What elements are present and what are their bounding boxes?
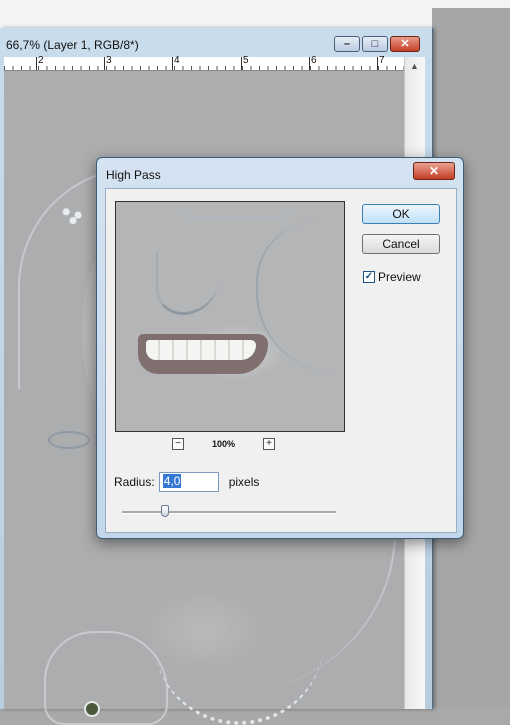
canvas-ring — [84, 701, 100, 717]
radius-slider-track[interactable] — [122, 511, 336, 514]
minimize-button[interactable]: – — [334, 36, 360, 52]
radius-value: 4,0 — [162, 474, 182, 488]
cancel-button[interactable]: Cancel — [362, 234, 440, 254]
ruler-tick — [309, 57, 310, 70]
zoom-out-icon: − — [175, 438, 181, 449]
preview-cheek — [256, 222, 344, 372]
ruler-tick — [172, 57, 173, 70]
checkmark-icon: ✓ — [364, 271, 374, 282]
preview-checkbox[interactable]: ✓ — [363, 271, 375, 283]
ok-button[interactable]: OK — [362, 204, 440, 224]
ruler-number: 4 — [174, 55, 180, 66]
window-controls: – □ ✕ — [334, 36, 420, 52]
radius-row: Radius: 4,0 pixels — [114, 472, 259, 492]
minimize-icon: – — [343, 38, 351, 50]
desktop-top-strip-right — [432, 0, 510, 8]
document-title: 66,7% (Layer 1, RGB/8*) — [6, 38, 139, 52]
zoom-out-button[interactable]: − — [172, 438, 184, 450]
close-icon: ✕ — [428, 164, 440, 178]
scroll-up-icon[interactable]: ▲ — [410, 61, 419, 71]
canvas-tiara — [56, 203, 90, 225]
ruler-number: 6 — [311, 55, 317, 66]
ruler-number: 5 — [243, 55, 249, 66]
ruler-tick — [36, 57, 37, 70]
dialog-title: High Pass — [106, 168, 161, 182]
canvas-eye — [48, 431, 90, 449]
filter-preview[interactable] — [115, 201, 345, 432]
preview-brow — [176, 202, 296, 218]
horizontal-ruler: 2 3 4 5 6 7 — [4, 55, 404, 71]
preview-zoom-controls: − 100% + — [172, 438, 276, 450]
zoom-in-icon: + — [266, 438, 272, 449]
ruler-tick — [104, 57, 105, 70]
dialog-body: − 100% + Radius: 4,0 pixels OK Cancel ✓ … — [105, 188, 457, 533]
zoom-level: 100% — [212, 439, 236, 449]
high-pass-dialog: High Pass ✕ − 100% + Radius: 4,0 pixels … — [96, 157, 464, 539]
close-button[interactable]: ✕ — [390, 36, 420, 52]
preview-teeth — [146, 340, 256, 360]
radius-unit: pixels — [228, 475, 260, 489]
ruler-number: 3 — [106, 55, 112, 66]
ruler-number: 2 — [38, 55, 44, 66]
maximize-icon: □ — [371, 38, 379, 50]
dialog-close-button[interactable]: ✕ — [413, 162, 455, 180]
zoom-in-button[interactable]: + — [263, 438, 276, 450]
preview-toggle[interactable]: ✓ Preview — [363, 270, 421, 284]
preview-label: Preview — [378, 270, 421, 284]
maximize-button[interactable]: □ — [362, 36, 388, 52]
ruler-tick — [241, 57, 242, 70]
radius-slider-thumb[interactable] — [160, 505, 169, 517]
radius-input[interactable]: 4,0 — [158, 472, 219, 492]
canvas-necklace — [154, 631, 324, 725]
preview-nose — [156, 252, 218, 315]
canvas-hand — [44, 631, 168, 725]
ruler-tick — [377, 57, 378, 70]
ruler-number: 7 — [379, 55, 385, 66]
close-icon: ✕ — [400, 38, 410, 50]
radius-label: Radius: — [114, 475, 155, 489]
